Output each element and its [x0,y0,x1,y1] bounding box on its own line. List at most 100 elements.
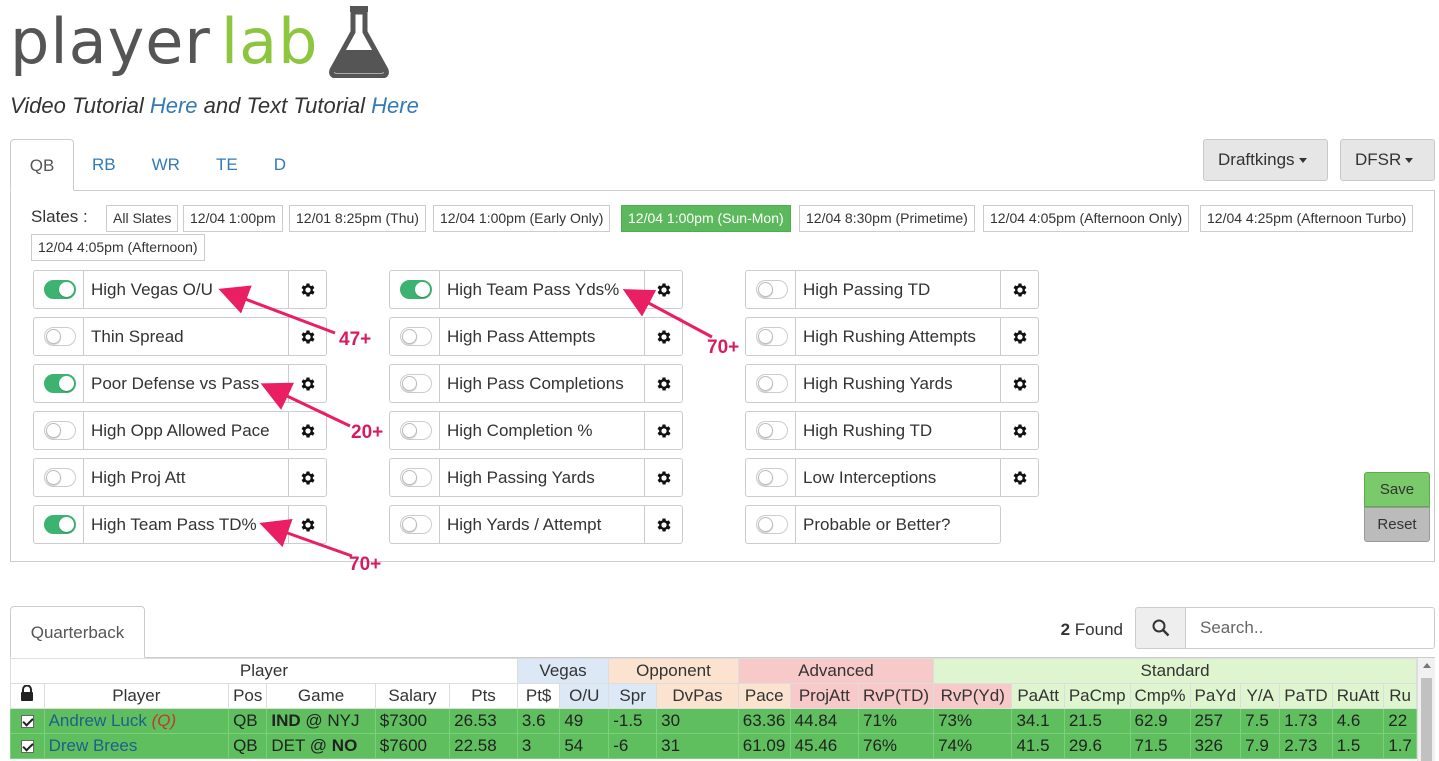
filter-settings-button[interactable] [288,506,326,543]
filter-settings-button[interactable] [288,412,326,449]
filter-settings-button[interactable] [644,506,682,543]
filter-settings-button[interactable] [288,459,326,496]
group-header-player: Player [10,658,518,684]
filter-settings-button[interactable] [288,271,326,308]
slate-button[interactable]: 12/04 4:05pm (Afternoon Only) [983,205,1190,232]
scroll-up-icon[interactable] [1423,663,1431,668]
filter-toggle[interactable] [756,327,788,346]
filter-settings-button[interactable] [288,318,326,355]
filter-settings-button[interactable] [644,271,682,308]
column-header[interactable]: RvP(Yd) [933,683,1013,709]
game-team: DET [271,736,306,755]
filter-toggle[interactable] [756,468,788,487]
site-dropdown[interactable]: Draftkings [1203,139,1328,181]
filter-toggle[interactable] [44,327,76,346]
row-checkbox[interactable] [20,715,34,729]
search-button[interactable] [1135,607,1186,649]
source-dropdown[interactable]: DFSR [1340,139,1435,181]
save-button[interactable]: Save [1364,472,1430,507]
filter-settings-button[interactable] [644,459,682,496]
filter-settings-button[interactable] [644,412,682,449]
tab-wr[interactable]: WR [134,139,198,191]
table-scrollbar[interactable] [1417,658,1435,761]
column-header[interactable]: Pos [228,683,268,709]
column-header[interactable]: PaCmp [1063,683,1131,709]
filter-settings-button[interactable] [1000,365,1038,402]
column-header[interactable]: RvP(TD) [857,683,935,709]
column-header[interactable]: ProjAtt [789,683,859,709]
filter-toggle[interactable] [400,374,432,393]
filter-toggle[interactable] [400,468,432,487]
filter-toggle[interactable] [756,374,788,393]
slate-button[interactable]: 12/04 4:25pm (Afternoon Turbo) [1200,205,1414,232]
toggle-cell [746,412,796,449]
filter-toggle[interactable] [44,421,76,440]
slate-button[interactable]: 12/01 8:25pm (Thu) [289,205,426,232]
filter-toggle[interactable] [44,280,76,299]
tab-quarterback[interactable]: Quarterback [10,606,145,658]
column-header[interactable]: Game [266,683,376,709]
filter-toggle[interactable] [756,421,788,440]
column-header[interactable]: Salary [374,683,451,709]
column-header[interactable]: RuAtt [1331,683,1385,709]
filter-toggle[interactable] [756,280,788,299]
reset-button[interactable]: Reset [1364,507,1430,542]
player-name-cell[interactable]: Drew Brees [43,733,230,759]
filter-toggle[interactable] [400,421,432,440]
row-checkbox-cell[interactable] [10,708,45,734]
filter-toggle[interactable] [44,468,76,487]
table-row[interactable]: Drew Brees QB DET @ NO $7600 22.58 3 54 -6 31 61… [10,733,1417,759]
filter-settings-button[interactable] [1000,271,1038,308]
tab-te[interactable]: TE [198,139,256,191]
video-tutorial-link[interactable]: Here [150,93,198,118]
filter-toggle[interactable] [400,280,432,299]
scrollbar-thumb[interactable] [1421,678,1432,761]
cell-pace: 63.36 [737,708,791,734]
text-tutorial-link[interactable]: Here [371,93,419,118]
column-header[interactable]: Y/A [1240,683,1281,709]
column-header[interactable]: Ru [1383,683,1417,709]
table-row[interactable]: Andrew Luck (Q) QB IND @ NYJ $7300 26.53 3.6 4… [10,708,1417,734]
column-header[interactable]: DvPas [656,683,739,709]
filter-settings-button[interactable] [644,365,682,402]
row-checkbox[interactable] [20,740,34,754]
toggle-cell [390,506,440,543]
slate-button[interactable]: 12/04 8:30pm (Primetime) [799,205,975,232]
column-header[interactable]: Spr [608,683,658,709]
slate-button[interactable]: 12/04 4:05pm (Afternoon) [31,234,205,261]
tab-rb[interactable]: RB [74,139,134,191]
slate-button[interactable]: 12/04 1:00pm [183,205,283,232]
column-header[interactable]: Cmp% [1129,683,1191,709]
search-input[interactable] [1185,607,1435,649]
filter-settings-button[interactable] [644,318,682,355]
filter-settings-button[interactable] [1000,412,1038,449]
slate-button[interactable]: All Slates [106,205,179,232]
column-header[interactable]: Pts [449,683,518,709]
row-checkbox-cell[interactable] [10,733,45,759]
filter-toggle[interactable] [44,374,76,393]
slate-button-active[interactable]: 12/04 1:00pm (Sun-Mon) [621,205,791,232]
filter-toggle[interactable] [400,327,432,346]
cell-ya: 7.5 [1240,708,1281,734]
filter-settings-button[interactable] [1000,459,1038,496]
player-name-link[interactable]: Drew Brees [49,736,138,755]
slate-button[interactable]: 12/04 1:00pm (Early Only) [433,205,611,232]
column-header[interactable]: PaAtt [1011,683,1065,709]
filter-toggle[interactable] [44,515,76,534]
column-header[interactable]: PaTD [1279,683,1333,709]
filter-toggle[interactable] [756,515,788,534]
tab-qb[interactable]: QB [10,139,74,191]
player-name-link[interactable]: Andrew Luck [49,711,147,730]
tab-d[interactable]: D [256,139,304,191]
filter-toggle[interactable] [400,515,432,534]
column-header[interactable]: Player [43,683,230,709]
column-header[interactable]: Pt$ [516,683,561,709]
filter-settings-button[interactable] [288,365,326,402]
column-header[interactable]: Pace [737,683,791,709]
player-name-cell[interactable]: Andrew Luck (Q) [43,708,230,734]
lock-column-header[interactable] [10,683,45,709]
column-header[interactable]: O/U [559,683,610,709]
toggle-knob [46,329,61,344]
filter-settings-button[interactable] [1000,318,1038,355]
column-header[interactable]: PaYd [1189,683,1242,709]
